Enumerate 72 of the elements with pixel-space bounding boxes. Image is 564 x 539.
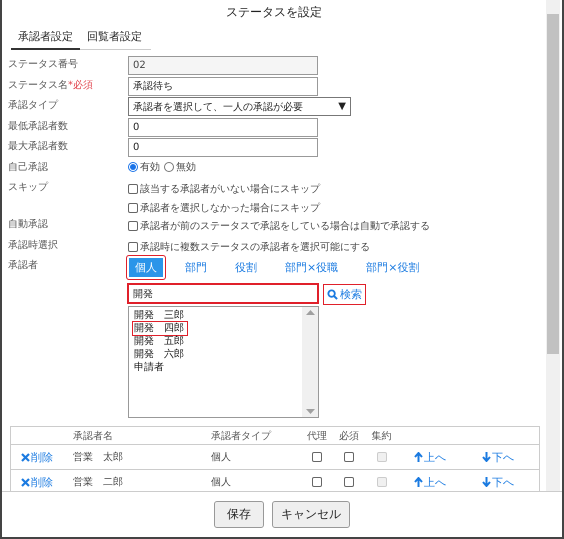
- approver-type-tab[interactable]: 部門: [178, 257, 214, 278]
- tab[interactable]: 承認者設定: [11, 24, 80, 50]
- close-icon: [21, 478, 30, 486]
- move-down-link[interactable]: 下へ: [464, 450, 514, 464]
- column-header: 集約: [372, 430, 392, 442]
- checkbox[interactable]: [344, 452, 354, 462]
- column-header: 承認者タイプ: [211, 430, 272, 442]
- field-label: 自己承認: [8, 160, 48, 174]
- field-label: ステータス番号: [8, 58, 78, 72]
- text-field[interactable]: 承認待ち: [128, 76, 318, 96]
- table-cell-text: 営業 二郎: [73, 476, 124, 489]
- radio-button[interactable]: [128, 162, 138, 172]
- field-label: 承認時選択: [8, 238, 58, 252]
- arrow-up-icon: [414, 452, 423, 462]
- checkbox-label: 該当する承認者がいない場合にスキップ: [140, 182, 320, 196]
- delete-link[interactable]: 削除: [11, 474, 53, 490]
- checkbox[interactable]: [128, 184, 138, 194]
- search-field[interactable]: 開発: [128, 284, 318, 303]
- arrow-down-icon: [482, 452, 491, 462]
- column-header: 必須: [339, 430, 359, 442]
- radio-button[interactable]: [164, 162, 174, 172]
- text-field[interactable]: 0: [128, 118, 318, 136]
- scrollbar[interactable]: [546, 0, 560, 491]
- list-item[interactable]: 開発 四郎: [133, 322, 187, 335]
- caret-icon: ▼: [338, 101, 346, 112]
- checkbox[interactable]: [312, 452, 322, 462]
- approver-type-tab[interactable]: 部門×役職: [278, 257, 346, 278]
- field-label: 最大承認者数: [8, 140, 68, 154]
- field-label: 承認者: [8, 258, 39, 273]
- table-cell-text: 個人: [211, 476, 232, 489]
- dialog-button[interactable]: キャンセル: [272, 501, 350, 528]
- radio-label: 無効: [176, 160, 196, 174]
- dialog-title: ステータスを設定: [225, 4, 323, 21]
- checkbox[interactable]: [312, 477, 322, 487]
- search-icon: [327, 288, 338, 300]
- checkbox[interactable]: [128, 242, 138, 252]
- field-label: 自動承認: [8, 218, 48, 232]
- dialog-button[interactable]: 保存: [214, 501, 264, 528]
- checkbox-label: 承認者が前のステータスで承認をしている場合は自動で承認する: [140, 220, 430, 234]
- arrow-up-icon: [414, 477, 423, 487]
- text-field[interactable]: 0: [128, 138, 318, 157]
- checkbox[interactable]: [344, 477, 354, 487]
- move-down-link[interactable]: 下へ: [464, 474, 514, 490]
- list-item[interactable]: 開発 五郎: [133, 335, 187, 348]
- column-header: 代理: [307, 430, 327, 442]
- arrow-down-icon: [482, 477, 491, 487]
- list-item[interactable]: 開発 六郎: [133, 348, 187, 361]
- approver-type-tab[interactable]: 役割: [228, 257, 264, 278]
- move-up-link[interactable]: 上へ: [398, 474, 446, 490]
- radio-label: 有効: [140, 160, 160, 174]
- list-item[interactable]: 開発 三郎: [133, 309, 187, 322]
- close-icon: [21, 452, 30, 462]
- field-label: ステータス名: [8, 78, 68, 92]
- required-mark: *必須: [68, 78, 93, 92]
- delete-link[interactable]: 削除: [11, 450, 53, 464]
- move-up-link[interactable]: 上へ: [398, 450, 446, 464]
- checkbox-label: 承認者を選択しなかった場合にスキップ: [140, 202, 320, 215]
- search-button[interactable]: 検索: [324, 284, 365, 304]
- field-label: スキップ: [8, 180, 48, 195]
- approver-type-tab[interactable]: 部門×役割: [359, 257, 426, 278]
- field-label: 最低承認者数: [8, 120, 68, 134]
- column-header: 承認者名: [73, 430, 114, 442]
- checkbox[interactable]: [128, 221, 138, 232]
- checkbox[interactable]: [128, 202, 138, 213]
- tab[interactable]: 回覧者設定: [80, 24, 149, 50]
- checkbox-label: 承認時に複数ステータスの承認者を選択可能にする: [140, 240, 370, 254]
- select-field[interactable]: 承認者を選択して、一人の承認が必要 ▼: [128, 97, 351, 116]
- list-item[interactable]: 申請者: [133, 361, 167, 374]
- candidate-list[interactable]: 開発 三郎 開発 四郎 開発 五郎 開発 六郎 申請者: [128, 306, 319, 418]
- table-cell-text: 個人: [211, 451, 232, 464]
- field-label: 承認タイプ: [8, 98, 58, 113]
- table-cell-text: 営業 太郎: [73, 450, 124, 464]
